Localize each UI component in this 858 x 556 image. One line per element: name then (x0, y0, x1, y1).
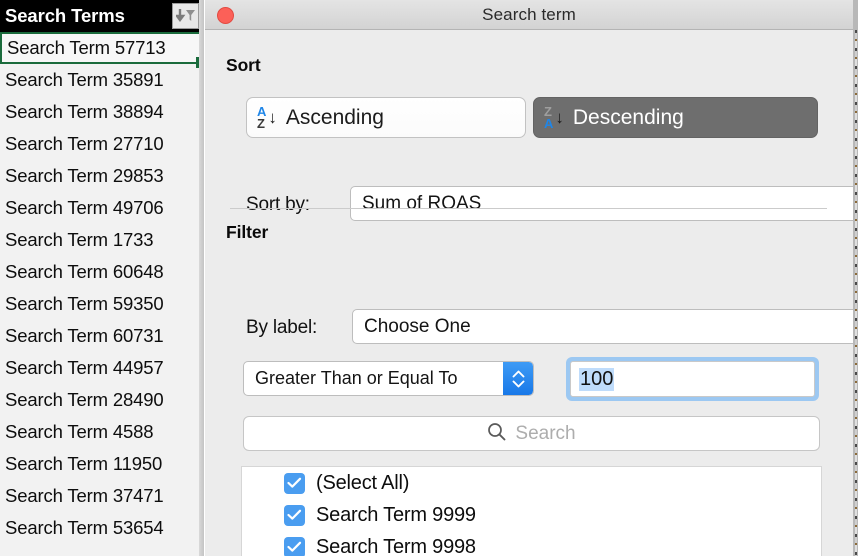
sort-by-select[interactable]: Sum of ROAS (350, 186, 853, 221)
section-divider (230, 208, 827, 209)
filter-list-item-label: (Select All) (316, 471, 410, 494)
spreadsheet-cell[interactable]: Search Term 37471 (0, 480, 204, 512)
magnifier-icon (487, 422, 506, 446)
spreadsheet-cell[interactable]: Search Term 44957 (0, 352, 204, 384)
filter-operator-value: Greater Than or Equal To (255, 368, 458, 388)
spreadsheet-cell[interactable]: Search Term 29853 (0, 160, 204, 192)
spreadsheet-cell[interactable]: Search Term 28490 (0, 384, 204, 416)
filter-value-focus-ring: 100 (566, 357, 819, 401)
spreadsheet-cell[interactable]: Search Term 1733 (0, 224, 204, 256)
z-to-a-sort-icon: ZA ↓ (544, 103, 564, 131)
filter-list-item[interactable]: (Select All) (242, 467, 821, 499)
filter-items-list[interactable]: (Select All) Search Term 9999 Search Term … (241, 466, 822, 556)
sort-descending-label: Descending (572, 105, 684, 129)
sort-ascending-button[interactable]: AZ ↓ Ascending (246, 97, 526, 138)
column-header-label: Search Terms (5, 5, 125, 26)
sort-descending-button[interactable]: ZA ↓ Descending (533, 97, 818, 138)
filter-list-item[interactable]: Search Term 9999 (242, 499, 821, 531)
search-placeholder: Search (515, 422, 576, 444)
spreadsheet-cell[interactable]: Search Term 11950 (0, 448, 204, 480)
search-input[interactable]: Search (243, 416, 820, 451)
filter-list-item-label: Search Term 9999 (316, 503, 476, 526)
by-label-value: Choose One (364, 315, 471, 337)
by-label-select[interactable]: Choose One (352, 309, 853, 344)
spreadsheet-cell[interactable]: Search Term 38894 (0, 96, 204, 128)
spreadsheet-column: Search Terms Search Term 57713 Search Ter… (0, 0, 204, 556)
a-to-z-sort-icon: AZ ↓ (257, 103, 277, 131)
screen-root: Search Terms Search Term 57713 Search Ter… (0, 0, 858, 556)
sort-section-heading: Sort (226, 55, 261, 75)
sort-ascending-label: Ascending (285, 105, 384, 129)
chevron-updown-icon[interactable] (503, 362, 533, 395)
dialog-body: Sort AZ ↓ Ascending ZA ↓ Descending Sort… (205, 30, 853, 556)
filter-operator-select[interactable]: Greater Than or Equal To (243, 361, 534, 396)
filter-value-text: 100 (579, 367, 615, 391)
spreadsheet-cell[interactable]: Search Term 35891 (0, 64, 204, 96)
by-label-label: By label: (246, 317, 318, 338)
dialog-titlebar[interactable]: Search term (205, 0, 853, 30)
filter-section-heading: Filter (226, 222, 269, 242)
column-edge (199, 0, 204, 556)
checkbox-checked-icon[interactable] (284, 472, 305, 494)
spreadsheet-cell[interactable]: Search Term 53654 (0, 512, 204, 544)
background-window-edge (853, 0, 858, 556)
checkbox-checked-icon[interactable] (284, 504, 305, 526)
spreadsheet-cell[interactable]: Search Term 4588 (0, 416, 204, 448)
spreadsheet-cell[interactable]: Search Term 57713 (0, 32, 204, 64)
filter-value-input[interactable]: 100 (570, 361, 815, 397)
sort-filter-icon[interactable] (172, 3, 199, 29)
sort-by-label: Sort by: (246, 194, 310, 215)
spreadsheet-cell[interactable]: Search Term 49706 (0, 192, 204, 224)
dialog-title: Search term (482, 4, 576, 24)
sort-by-value: Sum of ROAS (362, 192, 482, 214)
checkbox-checked-icon[interactable] (284, 536, 305, 556)
spreadsheet-cell[interactable]: Search Term 60731 (0, 320, 204, 352)
close-icon[interactable] (217, 7, 234, 24)
spreadsheet-cell[interactable]: Search Term 27710 (0, 128, 204, 160)
spreadsheet-rows: Search Term 57713 Search Term 35891 Search… (0, 32, 204, 544)
spreadsheet-cell[interactable]: Search Term 60648 (0, 256, 204, 288)
column-header-search-terms[interactable]: Search Terms (0, 0, 204, 32)
filter-list-item[interactable]: Search Term 9998 (242, 531, 821, 556)
spreadsheet-cell[interactable]: Search Term 59350 (0, 288, 204, 320)
background-window-content-sliver (855, 30, 857, 556)
search-term-dialog: Search term Sort AZ ↓ Ascending Z A ↓ De… (205, 0, 853, 556)
filter-list-item-label: Search Term 9998 (316, 535, 476, 556)
sort-direction-group: AZ ↓ Ascending ZA ↓ Descending (246, 97, 818, 138)
